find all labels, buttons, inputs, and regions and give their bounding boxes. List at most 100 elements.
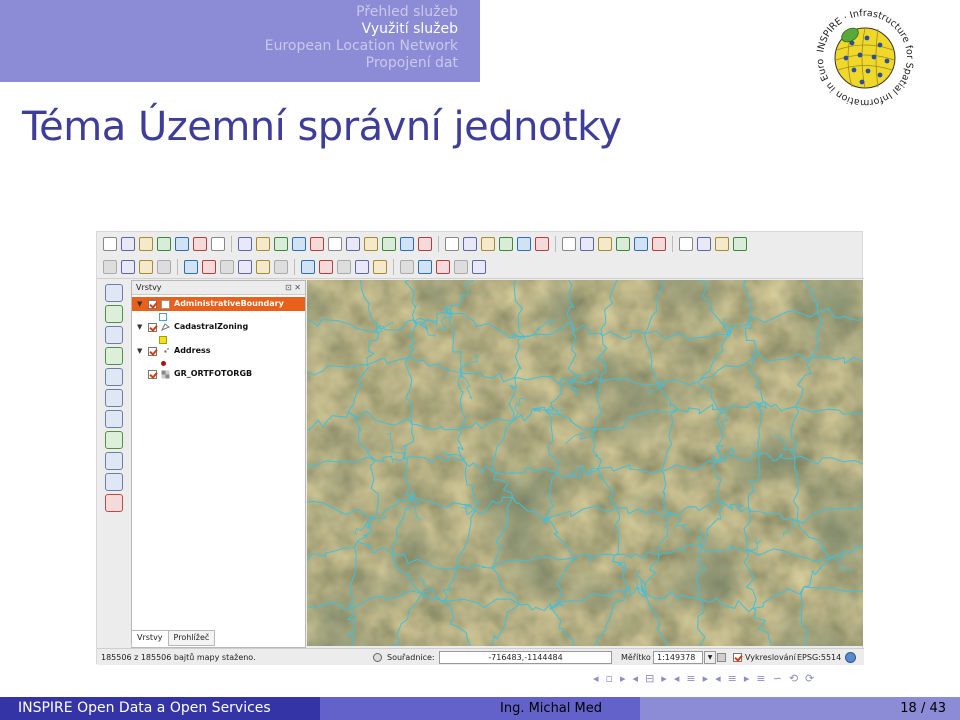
mouse-coordinates-icon[interactable] [373, 653, 382, 662]
toolbar-tool-icon[interactable] [175, 236, 189, 251]
toolbar-tool-icon[interactable] [193, 236, 207, 251]
add-layer-tool-icon[interactable] [105, 347, 123, 365]
expand-arrow-icon[interactable]: ▼ [137, 344, 142, 358]
scale-field[interactable]: 1:149378 [653, 651, 703, 664]
map-canvas[interactable] [307, 280, 863, 646]
beamer-nav-icon[interactable]: ⊟ [645, 672, 654, 685]
add-layer-tool-icon[interactable] [105, 305, 123, 323]
toolbar-tool-icon[interactable] [121, 260, 135, 274]
beamer-nav-icon[interactable]: ⟳ [805, 672, 814, 685]
toolbar-tool-icon[interactable] [211, 236, 225, 251]
toolbar-tool-icon[interactable] [121, 236, 135, 251]
add-layer-tool-icon[interactable] [105, 368, 123, 386]
toolbar-tool-icon[interactable] [310, 236, 324, 251]
beamer-nav-icon[interactable]: ⟲ [789, 672, 798, 685]
toolbar-tool-icon[interactable] [319, 260, 333, 274]
toolbar-tool-icon[interactable] [256, 260, 270, 274]
panel-controls[interactable]: ⊡ ✕ [285, 281, 301, 295]
render-checkbox[interactable] [733, 653, 742, 662]
layer-row-cadastralzoning[interactable]: ▼ CadastralZoning [132, 320, 305, 334]
beamer-nav-icon[interactable]: ◂ [593, 672, 599, 685]
toolbar-tool-icon[interactable] [598, 236, 612, 251]
toolbar-tool-icon[interactable] [301, 260, 315, 274]
beamer-nav-icon[interactable]: ▸ [661, 672, 667, 685]
layer-visibility-checkbox[interactable] [148, 323, 157, 332]
section-nav-item[interactable]: European Location Network [265, 38, 458, 55]
toolbar-tool-icon[interactable] [139, 236, 153, 251]
toolbar-tool-icon[interactable] [364, 236, 378, 251]
tab-vrstvy[interactable]: Vrstvy [131, 630, 169, 646]
toolbar-tool-icon[interactable] [535, 236, 549, 251]
toolbar-tool-icon[interactable] [346, 236, 360, 251]
beamer-nav-icon[interactable]: ◂ [674, 672, 680, 685]
toolbar-tool-icon[interactable] [472, 260, 486, 274]
toolbar-tool-icon[interactable] [103, 260, 117, 274]
beamer-nav-icon[interactable]: ▸ [744, 672, 750, 685]
section-nav-item[interactable]: Přehled služeb [265, 4, 458, 21]
layer-visibility-checkbox[interactable] [148, 370, 157, 379]
toolbar-tool-icon[interactable] [292, 236, 306, 251]
toolbar-tool-icon[interactable] [463, 236, 477, 251]
beamer-nav-icon[interactable]: ▫ [606, 672, 613, 685]
crs-button[interactable]: EPSG:5514 [797, 649, 841, 666]
add-layer-tool-icon[interactable] [105, 494, 123, 512]
section-nav-item[interactable]: Využití služeb [265, 21, 458, 38]
toolbar-tool-icon[interactable] [499, 236, 513, 251]
toolbar-tool-icon[interactable] [652, 236, 666, 251]
lock-scale-icon[interactable] [717, 653, 726, 662]
toolbar-tool-icon[interactable] [733, 236, 747, 251]
add-layer-tool-icon[interactable] [105, 431, 123, 449]
beamer-nav-icon[interactable]: ≡ [756, 672, 765, 685]
add-layer-tool-icon[interactable] [105, 452, 123, 470]
beamer-nav-icon[interactable]: ▸ [703, 672, 709, 685]
layer-row-administrativeboundary[interactable]: ▼ AdministrativeBoundary [132, 297, 305, 311]
add-layer-tool-icon[interactable] [105, 284, 123, 302]
toolbar-tool-icon[interactable] [418, 260, 432, 274]
toolbar-tool-icon[interactable] [238, 236, 252, 251]
add-layer-tool-icon[interactable] [105, 410, 123, 428]
toolbar-tool-icon[interactable] [418, 236, 432, 251]
layer-visibility-checkbox[interactable] [148, 300, 157, 309]
layer-row-address[interactable]: ▼ Address [132, 344, 305, 358]
toolbar-tool-icon[interactable] [454, 260, 468, 274]
toolbar-tool-icon[interactable] [274, 236, 288, 251]
beamer-nav-icon[interactable]: ◂ [715, 672, 721, 685]
toolbar-tool-icon[interactable] [184, 260, 198, 274]
toolbar-tool-icon[interactable] [238, 260, 252, 274]
layer-row-gr-ortfotorgb[interactable]: GR_ORTFOTORGB [132, 367, 305, 381]
section-nav-item[interactable]: Propojení dat [265, 55, 458, 72]
beamer-nav-icon[interactable]: ◂ [633, 672, 639, 685]
toolbar-tool-icon[interactable] [274, 260, 288, 274]
expand-arrow-icon[interactable]: ▼ [137, 320, 142, 334]
toolbar-tool-icon[interactable] [436, 260, 450, 274]
toolbar-tool-icon[interactable] [157, 236, 171, 251]
toolbar-tool-icon[interactable] [445, 236, 459, 251]
beamer-nav-icon[interactable]: ∽ [773, 672, 782, 685]
toolbar-tool-icon[interactable] [157, 260, 171, 274]
toolbar-tool-icon[interactable] [373, 260, 387, 274]
toolbar-tool-icon[interactable] [328, 236, 342, 251]
scale-dropdown-icon[interactable]: ▼ [704, 651, 716, 664]
toolbar-tool-icon[interactable] [400, 236, 414, 251]
toolbar-tool-icon[interactable] [103, 236, 117, 251]
tab-prohlizec[interactable]: Prohlížeč [167, 630, 216, 646]
toolbar-tool-icon[interactable] [202, 260, 216, 274]
toolbar-tool-icon[interactable] [715, 236, 729, 251]
toolbar-tool-icon[interactable] [139, 260, 153, 274]
toolbar-tool-icon[interactable] [220, 260, 234, 274]
layer-visibility-checkbox[interactable] [148, 347, 157, 356]
beamer-nav-icon[interactable]: ≡ [728, 672, 737, 685]
toolbar-tool-icon[interactable] [616, 236, 630, 251]
toolbar-tool-icon[interactable] [337, 260, 351, 274]
add-layer-tool-icon[interactable] [105, 389, 123, 407]
toolbar-tool-icon[interactable] [517, 236, 531, 251]
beamer-nav-icon[interactable]: ≡ [686, 672, 695, 685]
coordinates-field[interactable]: -716483,-1144484 [439, 651, 612, 664]
toolbar-tool-icon[interactable] [481, 236, 495, 251]
toolbar-tool-icon[interactable] [634, 236, 648, 251]
toolbar-tool-icon[interactable] [580, 236, 594, 251]
toolbar-tool-icon[interactable] [679, 236, 693, 251]
add-layer-tool-icon[interactable] [105, 326, 123, 344]
toolbar-tool-icon[interactable] [355, 260, 369, 274]
add-layer-tool-icon[interactable] [105, 473, 123, 491]
